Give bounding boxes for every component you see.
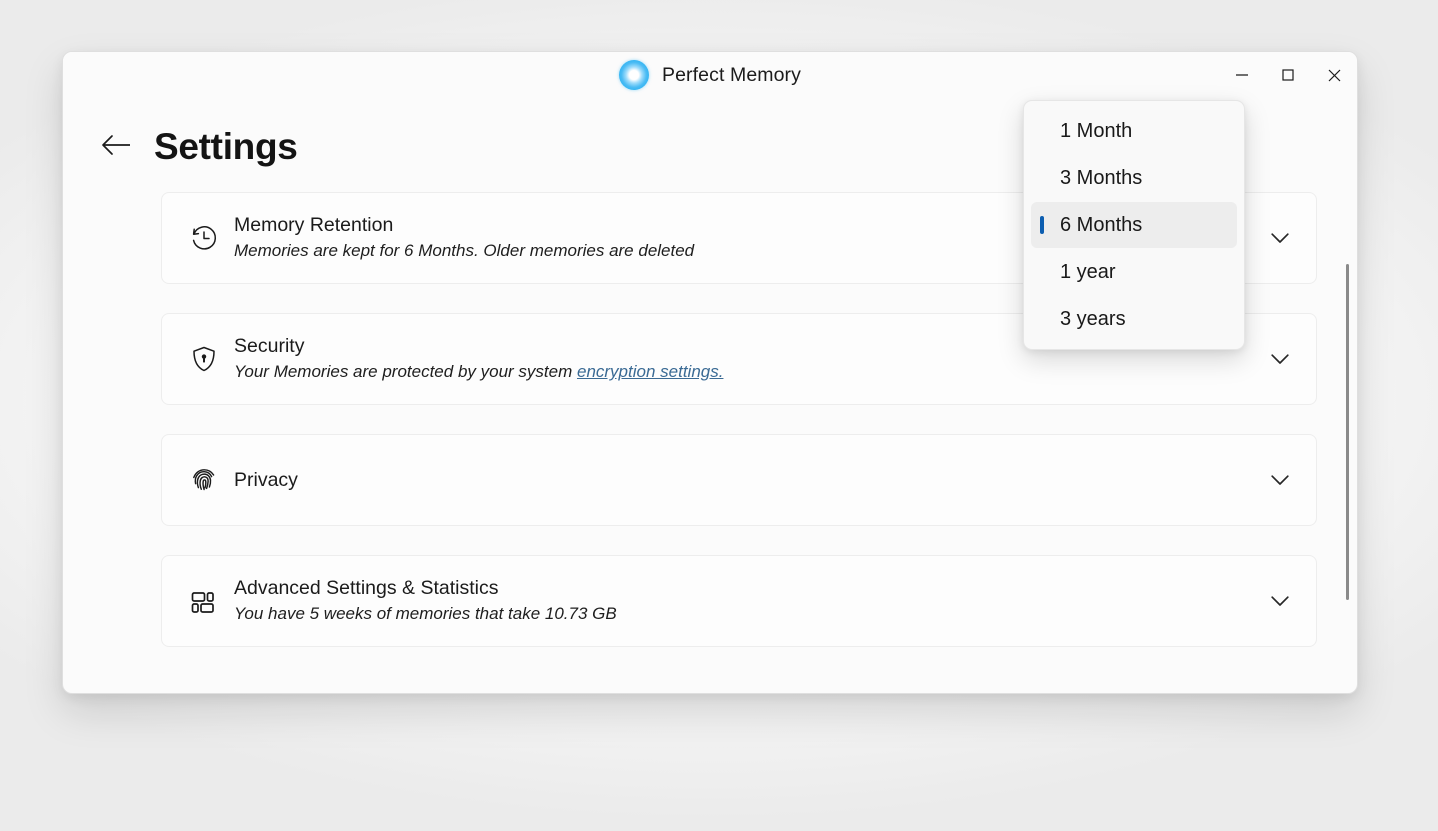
window-controls <box>1219 52 1357 98</box>
close-button[interactable] <box>1311 52 1357 98</box>
layout-tiles-icon <box>184 586 224 616</box>
app-title: Perfect Memory <box>662 64 801 87</box>
maximize-icon <box>1281 68 1295 82</box>
dropdown-option-6-months[interactable]: 6 Months <box>1031 202 1237 248</box>
settings-row-subtitle: Your Memories are protected by your syst… <box>234 360 1258 384</box>
arrow-left-icon <box>100 134 132 161</box>
settings-row-title: Privacy <box>234 468 298 492</box>
chevron-down-icon[interactable] <box>1258 354 1302 365</box>
scrollbar-thumb[interactable] <box>1346 264 1349 600</box>
fingerprint-icon <box>184 465 224 495</box>
dropdown-option-3-months[interactable]: 3 Months <box>1031 155 1237 201</box>
settings-row-subtitle: You have 5 weeks of memories that take 1… <box>234 602 1258 626</box>
settings-row-text: Advanced Settings & Statistics You have … <box>234 576 1258 626</box>
back-button[interactable] <box>95 126 137 168</box>
subtitle-text: You have 5 weeks of memories that take 1… <box>234 604 617 623</box>
minimize-button[interactable] <box>1219 52 1265 98</box>
close-icon <box>1327 68 1342 83</box>
chevron-down-icon[interactable] <box>1258 233 1302 244</box>
title-bar: Perfect Memory <box>63 52 1357 98</box>
dropdown-option-3-years[interactable]: 3 years <box>1031 296 1237 342</box>
app-identity: Perfect Memory <box>619 60 801 90</box>
minimize-icon <box>1235 68 1249 82</box>
settings-row-advanced-settings[interactable]: Advanced Settings & Statistics You have … <box>161 555 1317 647</box>
desktop-background: Perfect Memory <box>0 0 1438 831</box>
chevron-down-icon[interactable] <box>1258 475 1302 486</box>
dropdown-option-1-month[interactable]: 1 Month <box>1031 108 1237 154</box>
subtitle-text: Memories are kept for 6 Months. Older me… <box>234 241 694 260</box>
settings-row-text: Privacy <box>234 468 1258 492</box>
history-clock-icon <box>184 223 224 253</box>
chevron-down-icon[interactable] <box>1258 596 1302 607</box>
perfect-memory-ring-icon <box>619 60 649 90</box>
vertical-scrollbar[interactable] <box>1342 254 1352 614</box>
dropdown-option-1-year[interactable]: 1 year <box>1031 249 1237 295</box>
subtitle-text: Your Memories are protected by your syst… <box>234 362 577 381</box>
encryption-settings-link[interactable]: encryption settings. <box>577 362 723 381</box>
settings-row-title: Advanced Settings & Statistics <box>234 576 1258 600</box>
page-title: Settings <box>154 126 298 168</box>
shield-lock-icon <box>184 344 224 374</box>
settings-row-privacy[interactable]: Privacy <box>161 434 1317 526</box>
maximize-button[interactable] <box>1265 52 1311 98</box>
retention-dropdown-menu: 1 Month 3 Months 6 Months 1 year 3 years <box>1023 100 1245 350</box>
